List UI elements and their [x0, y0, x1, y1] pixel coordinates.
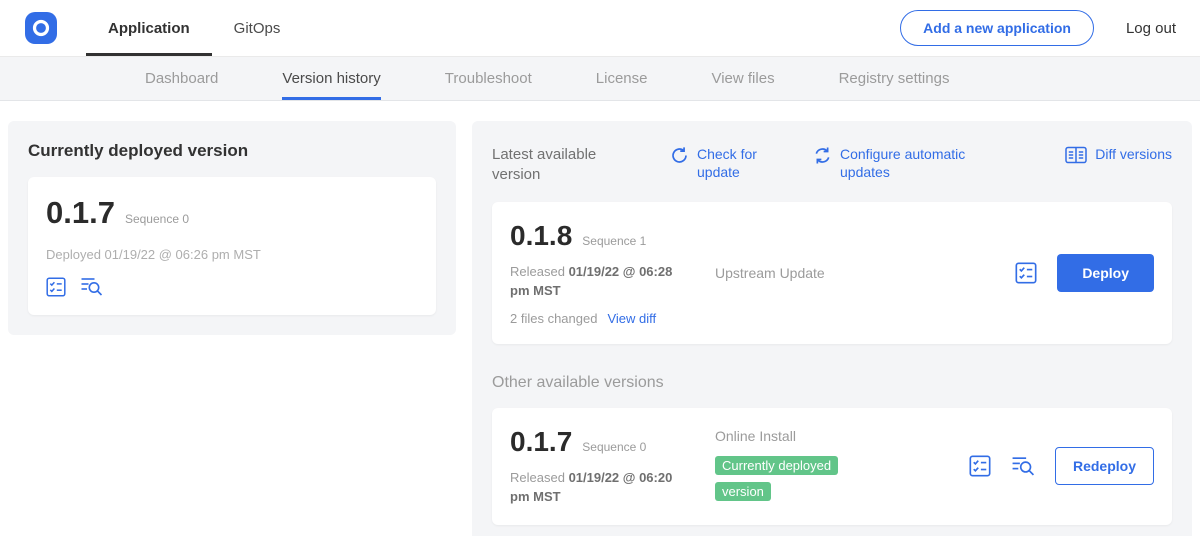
configure-automatic-updates-label: Configure automatic updates: [840, 145, 992, 181]
version-row: 0.1.8 Sequence 1: [510, 220, 715, 252]
sequence-label: Sequence 0: [582, 440, 646, 454]
currently-deployed-panel: Currently deployed version 0.1.7 Sequenc…: [8, 121, 456, 335]
version-source-label: Online Install: [715, 428, 959, 444]
app-window: Application GitOps Add a new application…: [0, 0, 1200, 536]
top-tabs: Application GitOps: [86, 0, 302, 56]
subnav-item-version-history[interactable]: Version history: [282, 57, 380, 100]
version-number: 0.1.8: [510, 220, 572, 252]
check-for-update-label: Check for update: [697, 145, 771, 181]
released-prefix: Released: [510, 470, 565, 485]
version-row: 0.1.7 Sequence 0: [510, 426, 715, 458]
version-history-panel: Latest available version Check for updat…: [472, 121, 1192, 536]
latest-header: Latest available version Check for updat…: [492, 141, 1172, 186]
main-content: Currently deployed version 0.1.7 Sequenc…: [0, 101, 1200, 536]
latest-available-title: Latest available version: [492, 145, 624, 186]
preflight-checks-icon[interactable]: [46, 277, 66, 297]
version-card-latest: 0.1.8 Sequence 1 Released 01/19/22 @ 06:…: [492, 202, 1172, 344]
check-update-icon: [670, 146, 689, 165]
released-prefix: Released: [510, 264, 565, 279]
deployed-version-number: 0.1.7: [46, 195, 115, 231]
topnav-right: Add a new application Log out: [900, 0, 1176, 56]
subnav-item-license[interactable]: License: [596, 57, 648, 100]
version-card-info: 0.1.7 Sequence 0 Released 01/19/22 @ 06:…: [510, 426, 715, 507]
view-diff-icon[interactable]: [80, 276, 103, 297]
files-changed-label: 2 files changed: [510, 311, 597, 326]
released-timestamp: Released 01/19/22 @ 06:20 pm MST: [510, 468, 688, 507]
subnav-item-registry-settings[interactable]: Registry settings: [839, 57, 950, 100]
preflight-checks-icon[interactable]: [1015, 262, 1037, 284]
deploy-button[interactable]: Deploy: [1057, 254, 1154, 292]
deployed-timestamp: Deployed 01/19/22 @ 06:26 pm MST: [46, 247, 418, 262]
tab-application[interactable]: Application: [86, 0, 212, 56]
version-card-actions: Deploy: [1015, 254, 1154, 292]
view-diff-link[interactable]: View diff: [607, 311, 656, 326]
preflight-checks-icon[interactable]: [969, 455, 991, 477]
version-card-actions: Redeploy: [969, 447, 1154, 485]
currently-deployed-badge-wrap: Currently deployed version: [715, 453, 867, 503]
version-card-other: 0.1.7 Sequence 0 Released 01/19/22 @ 06:…: [492, 408, 1172, 525]
logout-link[interactable]: Log out: [1126, 20, 1176, 37]
files-changed-row: 2 files changed View diff: [510, 311, 715, 326]
add-application-button[interactable]: Add a new application: [900, 10, 1094, 46]
subnav-item-dashboard[interactable]: Dashboard: [145, 57, 218, 100]
check-for-update-button[interactable]: Check for update: [670, 145, 771, 181]
top-navbar: Application GitOps Add a new application…: [0, 0, 1200, 57]
version-number: 0.1.7: [510, 426, 572, 458]
sequence-label: Sequence 1: [582, 234, 646, 248]
subnav-item-troubleshoot[interactable]: Troubleshoot: [445, 57, 532, 100]
view-diff-icon[interactable]: [1011, 455, 1035, 477]
version-source-label: Upstream Update: [715, 265, 1015, 281]
currently-deployed-badge: Currently deployed version: [715, 456, 838, 500]
tab-gitops[interactable]: GitOps: [212, 0, 303, 56]
released-timestamp: Released 01/19/22 @ 06:28 pm MST: [510, 262, 688, 301]
deployed-sequence-label: Sequence 0: [125, 212, 189, 226]
configure-automatic-updates-button[interactable]: Configure automatic updates: [813, 145, 992, 181]
redeploy-button[interactable]: Redeploy: [1055, 447, 1154, 485]
version-card-info: 0.1.8 Sequence 1 Released 01/19/22 @ 06:…: [510, 220, 715, 326]
app-logo-icon[interactable]: [24, 0, 58, 56]
version-source-block: Online Install Currently deployed versio…: [715, 428, 969, 503]
diff-versions-label: Diff versions: [1095, 145, 1172, 163]
deployed-version-row: 0.1.7 Sequence 0: [46, 195, 418, 231]
automatic-updates-icon: [813, 146, 832, 165]
diff-versions-icon: [1065, 146, 1087, 164]
app-subnav: Dashboard Version history Troubleshoot L…: [0, 57, 1200, 101]
subnav-item-view-files[interactable]: View files: [711, 57, 774, 100]
diff-versions-button[interactable]: Diff versions: [1065, 145, 1172, 164]
deployed-panel-title: Currently deployed version: [28, 141, 436, 161]
other-versions-title: Other available versions: [492, 374, 1172, 392]
deployed-card-actions: [46, 276, 418, 297]
deployed-version-card: 0.1.7 Sequence 0 Deployed 01/19/22 @ 06:…: [28, 177, 436, 315]
